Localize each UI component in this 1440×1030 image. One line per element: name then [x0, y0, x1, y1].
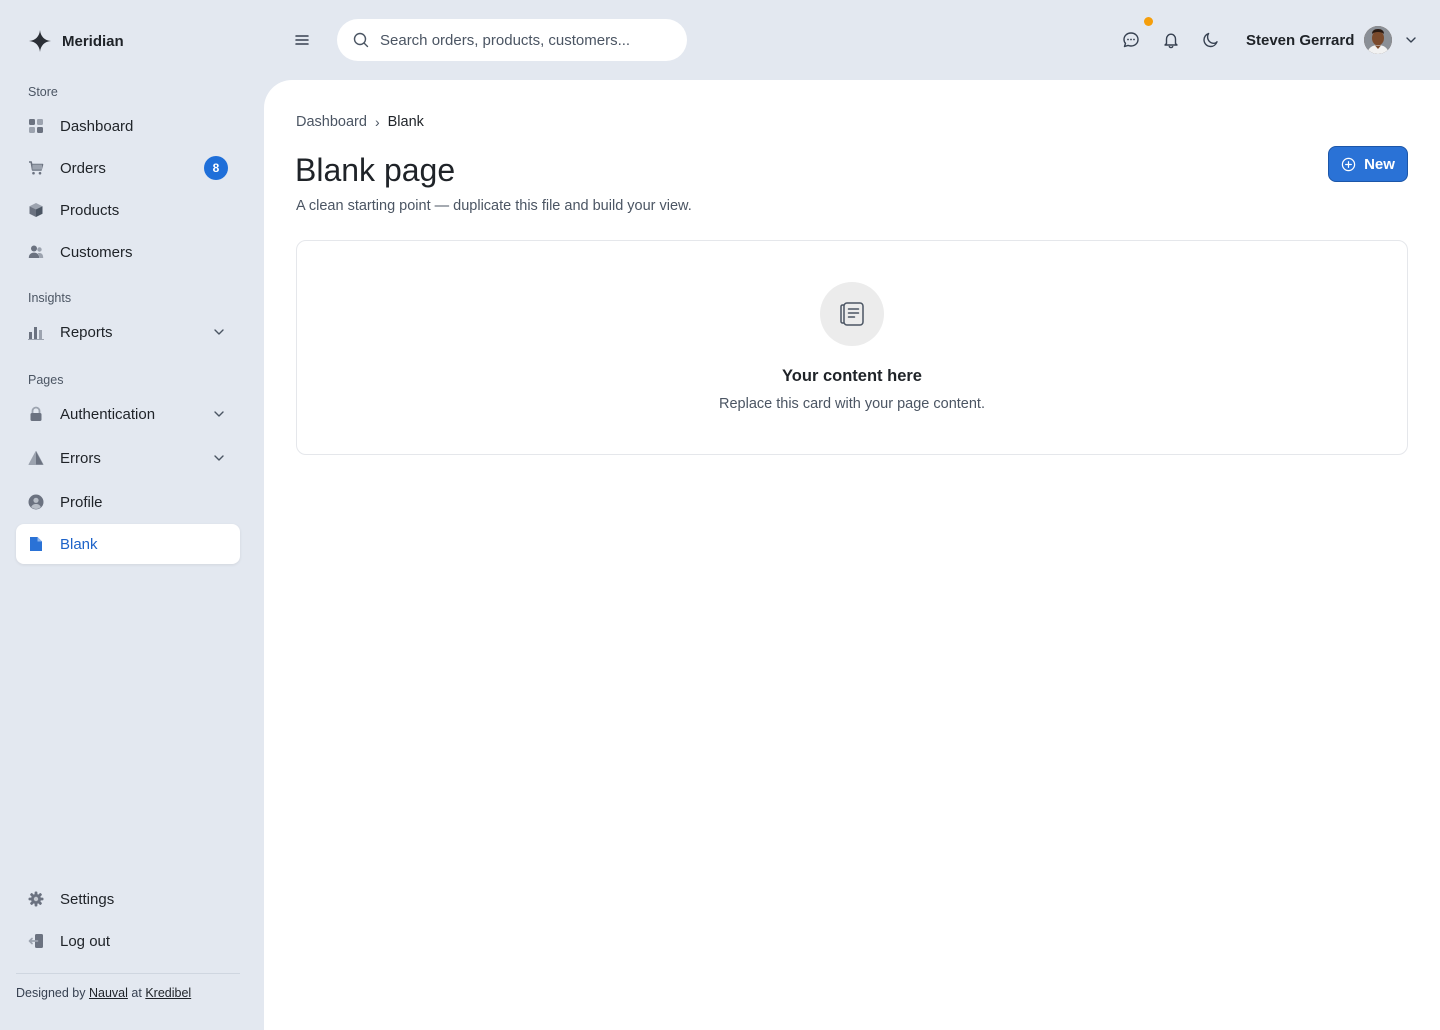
content-card: Your content here Replace this card with… [296, 240, 1408, 455]
card-title: Your content here [782, 367, 922, 385]
sidebar-item-customers[interactable]: Customers [16, 232, 240, 272]
search-icon [353, 32, 369, 48]
sidebar-item-label: Authentication [60, 405, 156, 423]
sidebar-item-authentication[interactable]: Authentication [16, 394, 240, 434]
sidebar: Meridian Store Dashboard Orders 8 Produc… [0, 0, 264, 1030]
sidebar-item-settings[interactable]: Settings [16, 879, 240, 919]
page-title: Blank page [295, 152, 456, 188]
gear-icon [28, 891, 44, 907]
sidebar-item-logout[interactable]: Log out [16, 921, 240, 961]
messages-button[interactable] [1121, 30, 1141, 50]
sidebar-item-label: Customers [60, 243, 133, 261]
breadcrumb-separator-icon: › [374, 114, 380, 130]
sidebar-item-blank[interactable]: Blank [16, 524, 240, 564]
cart-icon [28, 160, 44, 176]
orders-count-badge: 8 [204, 156, 228, 180]
user-circle-icon [28, 494, 44, 510]
sidebar-item-label: Orders [60, 159, 106, 177]
warning-icon [28, 450, 44, 466]
lock-icon [28, 406, 44, 422]
footer-middle: at [131, 986, 142, 1000]
chevron-down-icon [212, 451, 226, 465]
section-label-pages: Pages [28, 373, 64, 387]
bar-chart-icon [28, 324, 44, 340]
card-icon-wrapper [820, 282, 884, 346]
theme-toggle-button[interactable] [1201, 30, 1221, 50]
sidebar-item-label: Blank [60, 535, 98, 553]
page-subtitle: A clean starting point — duplicate this … [296, 198, 692, 214]
chevron-down-icon [1404, 33, 1418, 47]
notifications-button[interactable] [1161, 30, 1181, 50]
chat-bubble-icon [1122, 31, 1140, 49]
section-label-store: Store [28, 85, 58, 99]
hamburger-icon [294, 32, 310, 48]
box-icon [28, 202, 44, 218]
menu-toggle-button[interactable] [292, 30, 312, 50]
section-label-insights: Insights [28, 291, 72, 305]
breadcrumb-item-dashboard[interactable]: Dashboard [296, 114, 367, 130]
avatar [1364, 26, 1393, 54]
bell-icon [1162, 31, 1180, 49]
brand[interactable]: Meridian [28, 28, 124, 54]
footer-credit: Designed by Nauval at Kredibel [16, 986, 191, 1000]
new-button[interactable]: New [1328, 146, 1408, 182]
sidebar-item-label: Log out [60, 932, 111, 950]
chevron-down-icon [212, 407, 226, 421]
new-button-label: New [1364, 155, 1395, 173]
sidebar-item-products[interactable]: Products [16, 190, 240, 230]
main-content: Dashboard › Blank Blank page A clean sta… [264, 80, 1440, 1030]
footer-prefix: Designed by [16, 986, 86, 1000]
sidebar-divider [16, 973, 240, 974]
card-text: Replace this card with your page content… [719, 396, 985, 412]
sidebar-item-profile[interactable]: Profile [16, 482, 240, 522]
sidebar-item-reports[interactable]: Reports [16, 312, 240, 352]
sidebar-item-label: Errors [60, 449, 101, 467]
notification-dot [1144, 17, 1153, 26]
company-link[interactable]: Kredibel [145, 986, 191, 1000]
moon-icon [1202, 31, 1220, 49]
sidebar-item-label: Reports [60, 323, 113, 341]
sidebar-item-dashboard[interactable]: Dashboard [16, 106, 240, 146]
sidebar-item-label: Dashboard [60, 117, 134, 135]
search-input[interactable] [380, 31, 670, 49]
search-bar[interactable] [337, 19, 687, 61]
file-icon [28, 536, 44, 552]
breadcrumb-item-current: Blank [387, 114, 424, 130]
user-menu[interactable]: Steven Gerrard [1246, 25, 1418, 55]
chevron-down-icon [212, 325, 226, 339]
plus-circle-icon [1341, 157, 1356, 172]
sparkle-logo-icon [28, 29, 52, 53]
brand-name: Meridian [62, 32, 124, 50]
dashboard-icon [28, 118, 44, 134]
breadcrumb: Dashboard › Blank [296, 114, 424, 130]
logout-icon [28, 933, 44, 949]
document-icon [838, 300, 866, 328]
author-link[interactable]: Nauval [89, 986, 128, 1000]
users-icon [28, 244, 44, 260]
sidebar-item-errors[interactable]: Errors [16, 438, 240, 478]
sidebar-item-orders[interactable]: Orders 8 [16, 148, 240, 188]
sidebar-item-label: Settings [60, 890, 115, 908]
sidebar-item-label: Profile [60, 493, 103, 511]
user-name: Steven Gerrard [1246, 31, 1355, 49]
sidebar-item-label: Products [60, 201, 120, 219]
